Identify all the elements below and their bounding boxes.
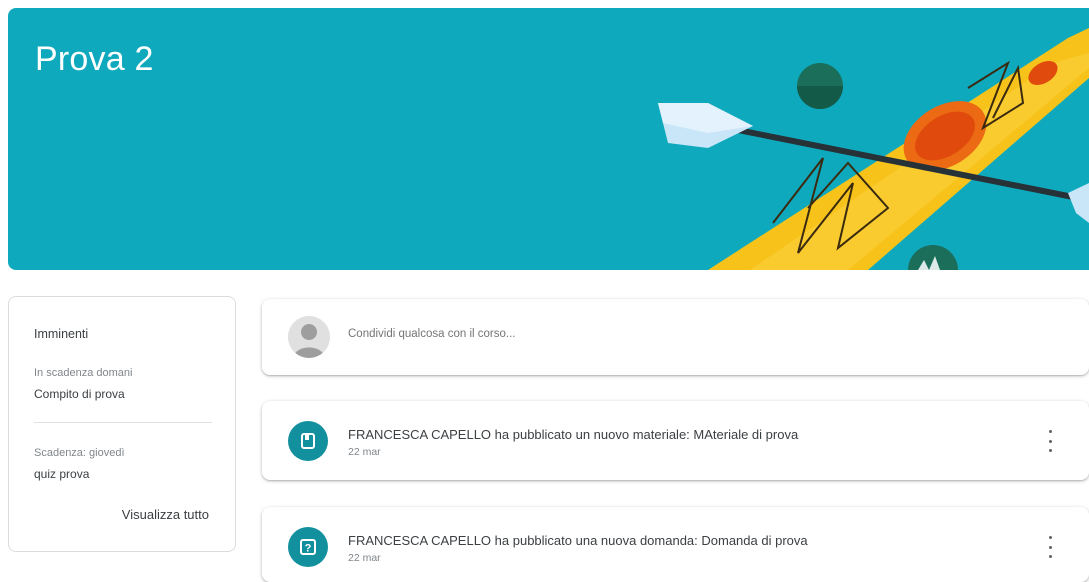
stream-post[interactable]: ? FRANCESCA CAPELLO ha pubblicato una nu… [262,507,1089,582]
upcoming-item-link[interactable]: Compito di prova [34,387,125,401]
more-options-icon[interactable] [1045,430,1055,452]
upcoming-due-label: In scadenza domani [34,367,133,379]
more-options-icon[interactable] [1045,536,1055,558]
svg-text:?: ? [305,543,312,555]
upcoming-title: Imminenti [34,327,89,341]
kayak-illustration [658,28,1089,270]
course-banner: Prova 2 [8,8,1089,270]
upcoming-item-link[interactable]: quiz prova [34,467,89,481]
user-avatar-icon [288,316,330,358]
course-title: Prova 2 [35,40,154,78]
upcoming-panel: Imminenti In scadenza domani Compito di … [8,296,236,552]
share-box[interactable] [262,299,1089,375]
post-date: 22 mar [348,446,381,458]
post-date: 22 mar [348,552,381,564]
avatar [288,316,330,358]
divider [34,422,212,423]
question-icon: ? [288,527,328,567]
view-all-link[interactable]: Visualizza tutto [122,507,209,522]
post-text: FRANCESCA CAPELLO ha pubblicato una nuov… [348,533,808,548]
post-text: FRANCESCA CAPELLO ha pubblicato un nuovo… [348,427,799,442]
material-icon [288,421,328,461]
stream-post[interactable]: FRANCESCA CAPELLO ha pubblicato un nuovo… [262,401,1089,480]
share-input[interactable] [348,328,948,340]
upcoming-due-label: Scadenza: giovedì [34,447,125,459]
